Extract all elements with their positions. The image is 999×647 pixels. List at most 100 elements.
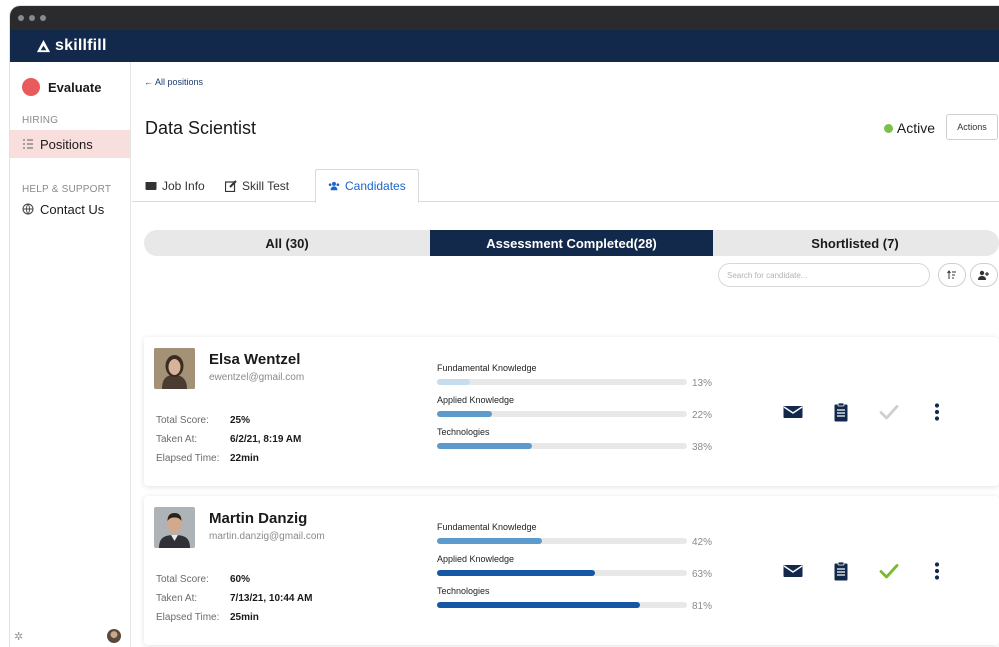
candidate-card: Elsa Wentzel ewentzel@gmail.com Total Sc… bbox=[144, 337, 999, 486]
globe-icon bbox=[22, 203, 34, 215]
skill-row: Fundamental Knowledge 13% bbox=[437, 363, 717, 389]
total-score-value: 25% bbox=[230, 415, 251, 426]
skill-bar bbox=[437, 379, 470, 385]
tab-label: Job Info bbox=[162, 178, 205, 193]
sidebar-item-positions[interactable]: Positions bbox=[10, 130, 130, 158]
skill-row: Technologies 81% bbox=[437, 586, 717, 612]
skill-row: Technologies 38% bbox=[437, 427, 717, 453]
candidate-photo bbox=[154, 507, 195, 548]
skill-label: Technologies bbox=[437, 427, 490, 437]
settings-gear-icon[interactable]: ✲ bbox=[14, 630, 23, 643]
more-options-button[interactable] bbox=[913, 402, 961, 422]
skill-track bbox=[437, 538, 687, 544]
filter-all[interactable]: All (30) bbox=[144, 230, 430, 256]
check-icon bbox=[879, 564, 899, 579]
app-logo[interactable]: skillfill bbox=[36, 37, 107, 55]
skill-row: Applied Knowledge 22% bbox=[437, 395, 717, 421]
page-title: Data Scientist bbox=[145, 118, 257, 138]
brand-bar: skillfill bbox=[10, 30, 999, 62]
more-vertical-icon bbox=[934, 403, 940, 421]
skill-percent: 42% bbox=[692, 537, 713, 548]
status-dot-icon bbox=[883, 123, 893, 133]
actions-button[interactable]: Actions bbox=[946, 114, 998, 140]
status-label: Active bbox=[896, 120, 935, 136]
skillfill-logo-icon bbox=[36, 39, 51, 52]
users-icon bbox=[328, 181, 340, 191]
app-name: skillfill bbox=[55, 37, 107, 54]
skill-bar bbox=[437, 411, 492, 417]
taken-at-label: Taken At: bbox=[156, 434, 198, 445]
skill-row: Fundamental Knowledge 42% bbox=[437, 522, 717, 548]
skill-percent: 38% bbox=[692, 442, 713, 453]
window-close-dot[interactable] bbox=[18, 15, 24, 21]
clipboard-icon bbox=[834, 402, 848, 422]
skill-label: Technologies bbox=[437, 586, 490, 596]
window-zoom-dot[interactable] bbox=[40, 15, 46, 21]
skill-percent: 63% bbox=[692, 569, 713, 580]
add-candidate-button[interactable] bbox=[970, 263, 998, 287]
elapsed-time-label: Elapsed Time: bbox=[156, 453, 220, 464]
candidate-email: martin.danzig@gmail.com bbox=[209, 531, 325, 542]
skill-label: Applied Knowledge bbox=[437, 395, 515, 405]
skill-row: Applied Knowledge 63% bbox=[437, 554, 717, 580]
skill-percent: 81% bbox=[692, 601, 713, 612]
back-to-positions-link[interactable]: ← All positions bbox=[144, 77, 203, 87]
candidate-actions bbox=[769, 402, 961, 422]
candidate-name[interactable]: Elsa Wentzel bbox=[209, 351, 300, 368]
list-icon bbox=[23, 139, 33, 149]
tab-job-info[interactable]: Job Info bbox=[145, 169, 205, 202]
skill-label: Fundamental Knowledge bbox=[437, 522, 537, 532]
skill-bar bbox=[437, 443, 532, 449]
check-icon bbox=[879, 405, 899, 420]
mail-icon bbox=[783, 406, 803, 418]
filter-shortlisted[interactable]: Shortlisted (7) bbox=[713, 230, 997, 256]
add-user-icon bbox=[978, 270, 989, 280]
sidebar-footer: ✲ bbox=[10, 629, 130, 643]
window-minimize-dot[interactable] bbox=[29, 15, 35, 21]
sidebar-item-label: Positions bbox=[40, 136, 93, 152]
tab-skill-test[interactable]: Skill Test bbox=[225, 169, 289, 202]
skill-percent: 22% bbox=[692, 410, 713, 421]
email-candidate-button[interactable] bbox=[769, 561, 817, 581]
taken-at-label: Taken At: bbox=[156, 593, 198, 604]
elapsed-time-value: 22min bbox=[230, 453, 259, 464]
sort-icon bbox=[947, 270, 956, 279]
shortlist-button[interactable] bbox=[865, 561, 913, 581]
sidebar: Evaluate HIRING Positions HELP & SUPPORT… bbox=[10, 62, 131, 647]
total-score-label: Total Score: bbox=[156, 574, 209, 585]
shortlist-button[interactable] bbox=[865, 402, 913, 422]
skill-percent: 13% bbox=[692, 378, 713, 389]
candidate-email: ewentzel@gmail.com bbox=[209, 372, 305, 383]
filter-bar: All (30) Assessment Completed(28) Shortl… bbox=[144, 230, 999, 256]
evaluate-dot-icon bbox=[22, 78, 40, 96]
elapsed-time-label: Elapsed Time: bbox=[156, 612, 220, 623]
more-vertical-icon bbox=[934, 562, 940, 580]
status-badge: Active bbox=[883, 120, 935, 136]
tab-candidates[interactable]: Candidates bbox=[315, 169, 419, 203]
skill-track bbox=[437, 602, 687, 608]
sidebar-item-contact[interactable]: Contact Us bbox=[10, 195, 130, 223]
user-avatar[interactable] bbox=[107, 629, 121, 643]
skill-bar bbox=[437, 570, 595, 576]
skill-bar bbox=[437, 602, 640, 608]
mail-icon bbox=[783, 565, 803, 577]
evaluate-header[interactable]: Evaluate bbox=[10, 62, 130, 96]
view-assessment-button[interactable] bbox=[817, 402, 865, 422]
more-options-button[interactable] bbox=[913, 561, 961, 581]
skill-track bbox=[437, 570, 687, 576]
search-input[interactable] bbox=[718, 263, 930, 287]
skill-track bbox=[437, 443, 687, 449]
skill-track bbox=[437, 379, 687, 385]
total-score-value: 60% bbox=[230, 574, 251, 585]
sort-button[interactable] bbox=[938, 263, 966, 287]
email-candidate-button[interactable] bbox=[769, 402, 817, 422]
taken-at-value: 7/13/21, 10:44 AM bbox=[230, 593, 313, 604]
view-assessment-button[interactable] bbox=[817, 561, 865, 581]
elapsed-time-value: 25min bbox=[230, 612, 259, 623]
candidate-name[interactable]: Martin Danzig bbox=[209, 510, 307, 527]
candidate-card: Martin Danzig martin.danzig@gmail.com To… bbox=[144, 496, 999, 645]
sidebar-item-label: Contact Us bbox=[40, 201, 105, 217]
filter-assessment-completed[interactable]: Assessment Completed(28) bbox=[430, 230, 713, 256]
candidate-actions bbox=[769, 561, 961, 581]
candidate-photo bbox=[154, 348, 195, 389]
